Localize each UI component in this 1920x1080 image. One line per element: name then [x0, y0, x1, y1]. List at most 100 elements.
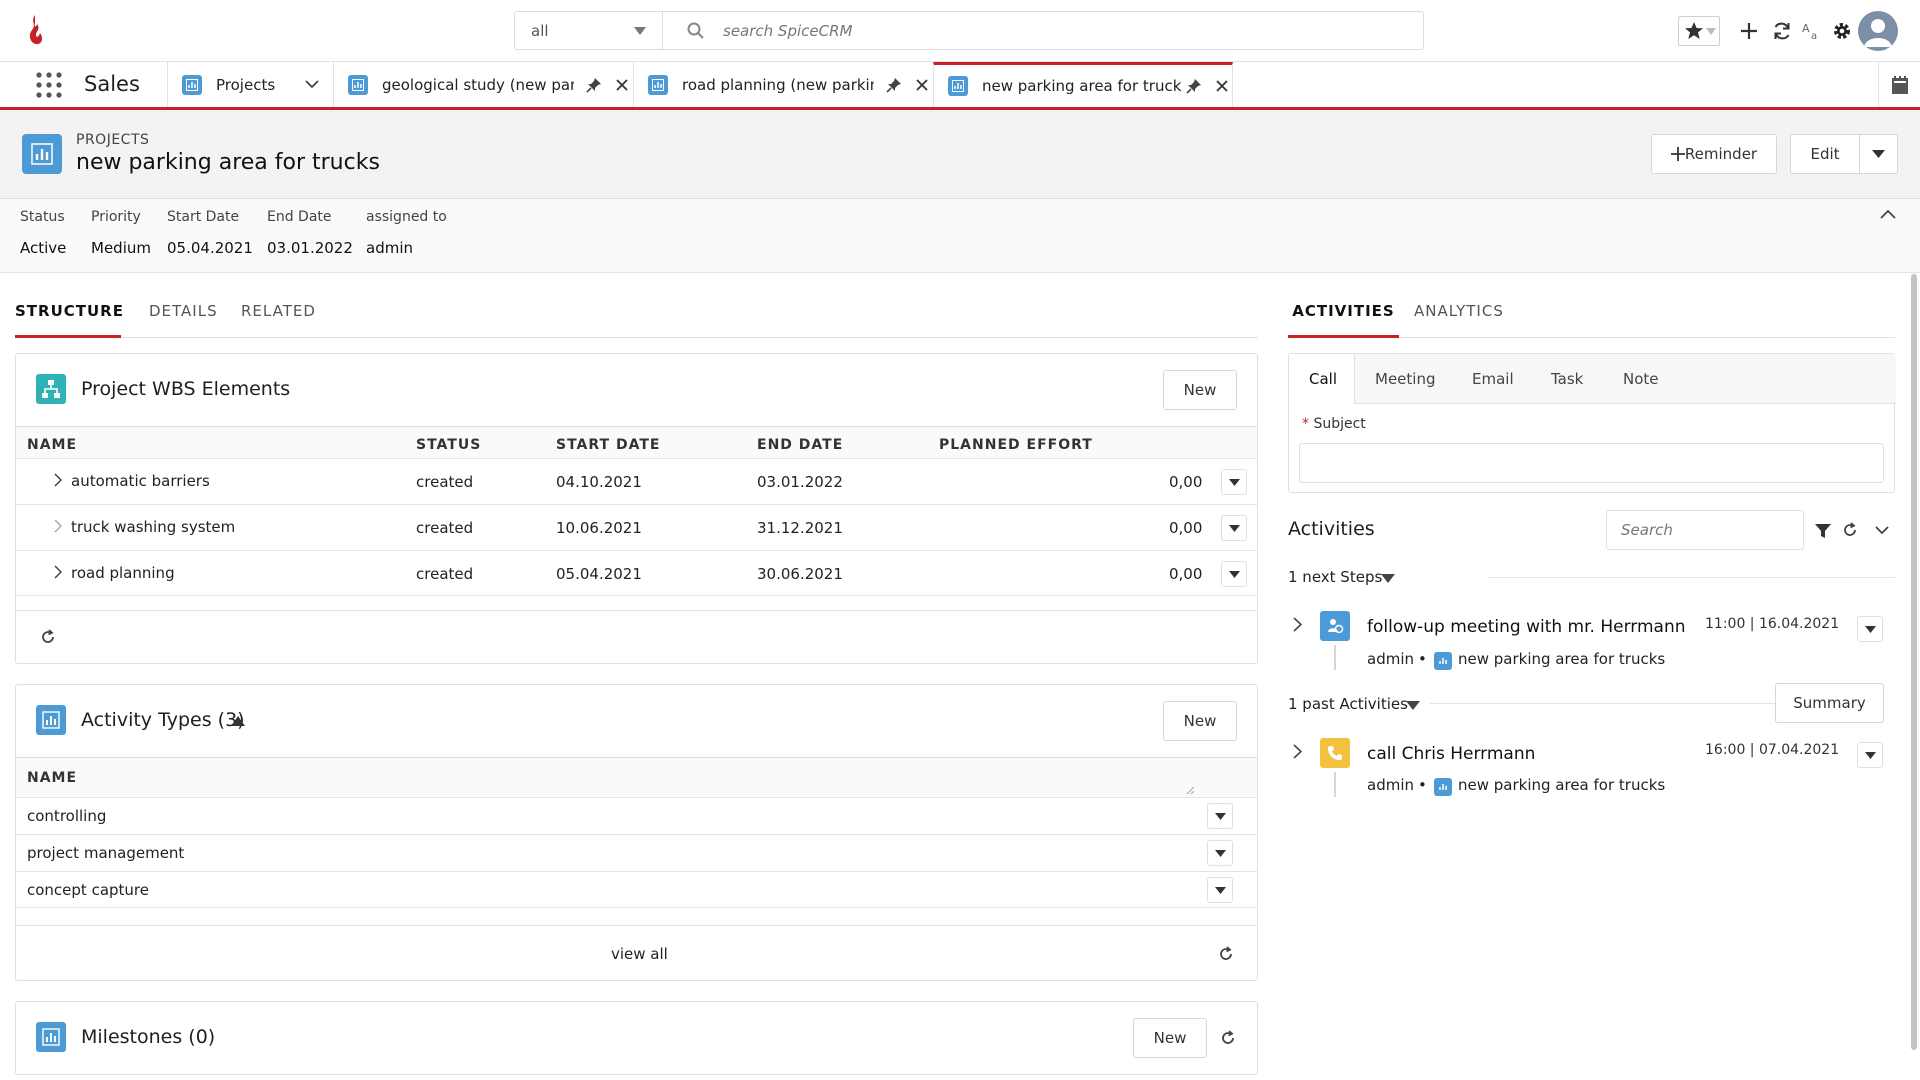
activity-type-name[interactable]: controlling — [27, 807, 106, 825]
search-scope-select[interactable]: all — [514, 11, 662, 50]
tab-structure[interactable]: STRUCTURE — [15, 302, 123, 338]
chevron-down-icon[interactable] — [1875, 526, 1889, 535]
chevron-right-icon[interactable] — [54, 473, 62, 487]
tab-label: new parking area for trucks — [982, 77, 1182, 95]
tab-projects[interactable]: Projects — [167, 62, 333, 107]
past-activities-label[interactable]: 1 past Activities — [1288, 695, 1408, 713]
summary-button[interactable]: Summary — [1775, 683, 1884, 723]
column-header[interactable]: STATUS — [416, 437, 481, 453]
close-icon[interactable] — [1216, 80, 1228, 92]
notes-button[interactable] — [1878, 62, 1920, 107]
wbs-name[interactable]: truck washing system — [71, 518, 235, 536]
milestones-new-button[interactable]: New — [1133, 1018, 1207, 1058]
pin-icon[interactable] — [1186, 78, 1202, 94]
user-avatar[interactable] — [1858, 11, 1898, 51]
filter-icon[interactable] — [1814, 522, 1832, 540]
composer-tab-meeting[interactable]: Meeting — [1375, 370, 1435, 388]
view-all-link[interactable]: view all — [611, 945, 668, 963]
activity-title[interactable]: follow-up meeting with mr. Herrmann — [1367, 617, 1686, 637]
project-icon — [1434, 652, 1452, 670]
activities-search-input[interactable] — [1621, 518, 1791, 542]
column-header[interactable]: END DATE — [757, 437, 843, 453]
subject-input[interactable] — [1299, 443, 1884, 483]
column-header[interactable]: NAME — [27, 437, 77, 453]
spicecrm-logo-icon[interactable] — [24, 13, 46, 47]
tab-related[interactable]: RELATED — [241, 302, 316, 320]
chevron-right-icon[interactable] — [1293, 744, 1302, 759]
field-value-priority: Medium — [91, 239, 151, 257]
left-tabs: STRUCTURE DETAILS RELATED — [15, 274, 1258, 338]
triangle-up-icon[interactable] — [231, 716, 245, 726]
wbs-name[interactable]: automatic barriers — [71, 472, 210, 490]
row-actions-button[interactable] — [1207, 840, 1233, 866]
activity-actions-button[interactable] — [1857, 742, 1883, 768]
triangle-down-icon[interactable] — [1406, 701, 1420, 710]
divider — [16, 610, 1257, 611]
activities-search[interactable] — [1606, 510, 1804, 550]
star-icon — [1685, 22, 1703, 39]
project-icon — [348, 74, 368, 95]
activity-type-name[interactable]: project management — [27, 844, 184, 862]
pin-icon[interactable] — [886, 77, 902, 93]
composer-tab-email[interactable]: Email — [1472, 370, 1514, 388]
close-icon[interactable] — [616, 78, 628, 91]
field-label-start-date: Start Date — [167, 209, 240, 225]
row-actions-button[interactable] — [1221, 561, 1247, 587]
column-header[interactable]: NAME — [27, 770, 77, 786]
pin-icon[interactable] — [586, 77, 602, 93]
tab-details[interactable]: DETAILS — [149, 302, 218, 320]
chevron-down-icon[interactable] — [305, 80, 319, 89]
row-actions-button[interactable] — [1207, 803, 1233, 829]
row-actions-button[interactable] — [1207, 877, 1233, 903]
chevron-right-icon[interactable] — [54, 565, 62, 579]
row-actions-button[interactable] — [1221, 515, 1247, 541]
reminder-button[interactable]: Reminder — [1651, 134, 1777, 174]
more-actions-button[interactable] — [1859, 134, 1898, 174]
chevron-right-icon[interactable] — [1293, 617, 1302, 632]
refresh-icon[interactable] — [1842, 522, 1858, 538]
favorites-button[interactable] — [1678, 16, 1720, 46]
global-search[interactable] — [662, 11, 1424, 50]
collapse-icon[interactable] — [1880, 209, 1896, 219]
composer-tab-task[interactable]: Task — [1551, 370, 1583, 388]
next-steps-label[interactable]: 1 next Steps — [1288, 568, 1382, 586]
resize-handle-icon[interactable] — [1186, 786, 1194, 794]
wbs-name[interactable]: road planning — [71, 564, 175, 582]
triangle-down-icon[interactable] — [1381, 574, 1395, 583]
tab-road-planning[interactable]: road planning (new parking a — [633, 62, 933, 107]
column-header[interactable]: PLANNED EFFORT — [939, 437, 1093, 453]
module-name[interactable]: Sales — [84, 72, 140, 96]
refresh-icon[interactable] — [1218, 946, 1234, 962]
refresh-icon[interactable] — [40, 629, 56, 645]
search-input[interactable] — [723, 18, 1403, 44]
wbs-new-button[interactable]: New — [1163, 370, 1237, 410]
tab-geological-study[interactable]: geological study (new parkir — [333, 62, 633, 107]
list-item: concept capture — [16, 871, 1257, 908]
app-launcher-icon[interactable] — [36, 72, 62, 98]
plus-icon — [1670, 147, 1685, 161]
activity-title[interactable]: call Chris Herrmann — [1367, 744, 1535, 764]
tab-activities[interactable]: ACTIVITIES — [1288, 302, 1399, 338]
gear-icon[interactable] — [1829, 18, 1855, 44]
language-icon[interactable]: Aa — [1799, 18, 1825, 44]
edit-button[interactable]: Edit — [1790, 134, 1860, 174]
top-bar: all Aa — [0, 0, 1920, 62]
composer-tab-note[interactable]: Note — [1623, 370, 1659, 388]
activity-type-name[interactable]: concept capture — [27, 881, 149, 899]
add-icon[interactable] — [1736, 18, 1762, 44]
refresh-icon[interactable] — [1769, 18, 1795, 44]
activity-actions-button[interactable] — [1857, 616, 1883, 642]
activity-parent-link[interactable]: new parking area for trucks — [1458, 650, 1665, 668]
activity-parent-link[interactable]: new parking area for trucks — [1458, 776, 1665, 794]
row-actions-button[interactable] — [1221, 469, 1247, 495]
composer-tab-call[interactable]: Call — [1289, 354, 1355, 404]
field-label-assigned-to: assigned to — [366, 209, 447, 225]
tab-analytics[interactable]: ANALYTICS — [1414, 302, 1504, 320]
tab-new-parking-area[interactable]: new parking area for trucks — [933, 62, 1233, 107]
close-icon[interactable] — [916, 78, 928, 91]
column-header[interactable]: START DATE — [556, 437, 660, 453]
activity-types-new-button[interactable]: New — [1163, 701, 1237, 741]
refresh-icon[interactable] — [1220, 1030, 1236, 1046]
chevron-right-icon[interactable] — [54, 519, 62, 533]
page-scrollbar[interactable] — [1911, 274, 1917, 1050]
